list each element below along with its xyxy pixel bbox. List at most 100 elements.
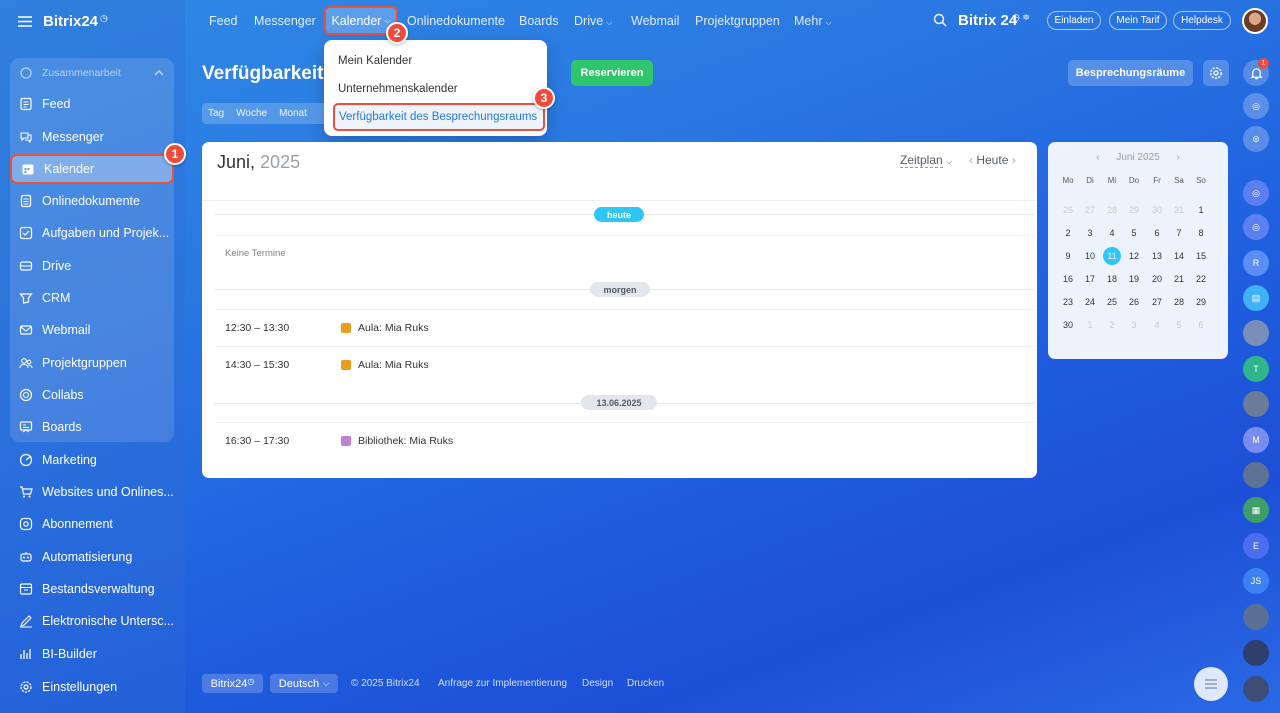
calendar-day[interactable]: 5 — [1123, 228, 1145, 238]
rail-copilot-button[interactable]: ◎ — [1243, 93, 1269, 119]
calendar-day[interactable]: 10 — [1079, 251, 1101, 261]
calendar-day[interactable]: 8 — [1190, 228, 1212, 238]
rail-chat-search-button[interactable]: ⊜ — [1243, 126, 1269, 152]
menu-item-my-calendar[interactable]: Mein Kalender — [338, 55, 412, 67]
footer-link-print[interactable]: Drucken — [627, 678, 664, 689]
tariff-button[interactable]: Mein Tarif — [1109, 11, 1167, 30]
calendar-day[interactable]: 30 — [1146, 205, 1168, 215]
calendar-day[interactable]: 12 — [1123, 251, 1145, 261]
calendar-day[interactable]: 21 — [1168, 274, 1190, 284]
rail-avatar[interactable]: R — [1243, 250, 1269, 276]
rail-avatar-photo[interactable] — [1243, 604, 1269, 630]
sidebar-item-collabs[interactable]: Collabs — [10, 381, 174, 409]
calendar-day[interactable]: 13 — [1146, 251, 1168, 261]
topnav-more[interactable]: Mehr ⌵ — [794, 14, 832, 28]
event-row[interactable]: 12:30 – 13:30 Aula: Mia Ruks — [215, 309, 1035, 345]
calendar-day[interactable]: 16 — [1057, 274, 1079, 284]
tab-month[interactable]: Monat — [273, 108, 313, 119]
rail-chat[interactable]: ▤ — [1243, 285, 1269, 311]
topnav-workgroups[interactable]: Projektgruppen — [695, 14, 780, 28]
footer-menu-button[interactable] — [1194, 667, 1228, 701]
calendar-day[interactable]: 1 — [1079, 320, 1101, 330]
calendar-day[interactable]: 15 — [1190, 251, 1212, 261]
footer-link-design[interactable]: Design — [582, 678, 613, 689]
today-button[interactable]: Heute — [976, 153, 1008, 167]
calendar-day[interactable]: 24 — [1079, 297, 1101, 307]
sidebar-logo[interactable]: Bitrix24 — [43, 13, 98, 30]
sidebar-item-bi-builder[interactable]: BI-Builder — [10, 640, 174, 668]
calendar-day[interactable]: 14 — [1168, 251, 1190, 261]
calendar-day[interactable]: 27 — [1079, 205, 1101, 215]
sidebar-item-settings[interactable]: Einstellungen — [10, 673, 174, 701]
menu-item-company-calendar[interactable]: Unternehmenskalender — [338, 83, 458, 95]
search-icon[interactable] — [933, 13, 947, 27]
settings-button[interactable] — [1203, 60, 1229, 86]
calendar-day[interactable]: 17 — [1079, 274, 1101, 284]
rail-chat[interactable]: ▦ — [1243, 497, 1269, 523]
rail-avatar-photo[interactable] — [1243, 462, 1269, 488]
tab-week[interactable]: Woche — [230, 108, 273, 119]
calendar-day[interactable]: 3 — [1123, 320, 1145, 330]
rail-avatar[interactable]: M — [1243, 427, 1269, 453]
menu-item-room-availability[interactable]: Verfügbarkeit des Besprechungsraums — [333, 103, 545, 131]
meeting-rooms-button[interactable]: Besprechungsräume — [1068, 60, 1193, 86]
calendar-day[interactable]: 22 — [1190, 274, 1212, 284]
sidebar-group-header[interactable]: Zusammenarbeit — [10, 59, 174, 87]
calendar-day[interactable]: 4 — [1146, 320, 1168, 330]
rail-avatar-photo[interactable] — [1243, 640, 1269, 666]
rail-avatar[interactable]: T — [1243, 356, 1269, 382]
sidebar-item-workgroups[interactable]: Projektgruppen — [10, 349, 174, 377]
calendar-day[interactable]: 29 — [1123, 205, 1145, 215]
calendar-day[interactable]: 18 — [1101, 274, 1123, 284]
sidebar-item-crm[interactable]: CRM — [10, 284, 174, 312]
chevron-right-icon[interactable]: › — [1012, 153, 1016, 167]
rail-avatar-photo[interactable] — [1243, 320, 1269, 346]
calendar-day[interactable]: 7 — [1168, 228, 1190, 238]
calendar-day[interactable]: 3 — [1079, 228, 1101, 238]
sidebar-item-drive[interactable]: Drive — [10, 252, 174, 280]
calendar-day[interactable]: 4 — [1101, 228, 1123, 238]
calendar-day[interactable]: 9 — [1057, 251, 1079, 261]
calendar-day[interactable]: 6 — [1146, 228, 1168, 238]
calendar-day[interactable]: 29 — [1190, 297, 1212, 307]
sidebar-item-messenger[interactable]: Messenger — [10, 123, 174, 151]
sidebar-item-automation[interactable]: Automatisierung — [10, 543, 174, 571]
event-row[interactable]: 14:30 – 15:30 Aula: Mia Ruks — [215, 346, 1035, 382]
calendar-day[interactable]: 28 — [1101, 205, 1123, 215]
chevron-up-icon[interactable] — [154, 69, 164, 77]
calendar-day[interactable]: 25 — [1101, 297, 1123, 307]
calendar-day[interactable]: 20 — [1146, 274, 1168, 284]
sidebar-item-subscription[interactable]: Abonnement — [10, 510, 174, 538]
tab-day[interactable]: Tag — [202, 108, 230, 119]
logo-settings-icon[interactable]: ◷ ≑ — [1012, 12, 1030, 23]
calendar-day[interactable]: 23 — [1057, 297, 1079, 307]
chevron-left-icon[interactable]: ‹ — [1096, 152, 1099, 163]
rail-avatar[interactable]: JS — [1243, 568, 1269, 594]
footer-link-implementation[interactable]: Anfrage zur Implementierung — [438, 678, 567, 689]
reserve-button[interactable]: Reservieren — [571, 60, 653, 86]
helpdesk-button[interactable]: Helpdesk — [1173, 11, 1231, 30]
topnav-boards[interactable]: Boards — [519, 14, 559, 28]
calendar-day[interactable]: 26 — [1057, 205, 1079, 215]
calendar-day[interactable]: 2 — [1101, 320, 1123, 330]
rail-avatar-photo[interactable] — [1243, 391, 1269, 417]
calendar-day[interactable]: 31 — [1168, 205, 1190, 215]
calendar-day[interactable]: 26 — [1123, 297, 1145, 307]
language-select[interactable]: Deutsch ⌵ — [270, 674, 338, 693]
sidebar-item-esignature[interactable]: Elektronische Untersc... — [10, 607, 174, 635]
sidebar-item-websites[interactable]: Websites und Onlines... — [10, 478, 174, 506]
event-row[interactable]: 16:30 – 17:30 Bibliothek: Mia Ruks — [215, 422, 1035, 458]
calendar-day[interactable]: 27 — [1146, 297, 1168, 307]
sidebar-item-feed[interactable]: Feed — [10, 90, 174, 118]
topnav-webmail[interactable]: Webmail — [631, 14, 679, 28]
topnav-onlinedocs[interactable]: Onlinedokumente — [407, 14, 505, 28]
rail-channel[interactable]: ◎ — [1243, 214, 1269, 240]
today-nav[interactable]: ‹ Heute › — [969, 153, 1016, 167]
topnav-feed[interactable]: Feed — [209, 14, 238, 28]
calendar-day[interactable]: 2 — [1057, 228, 1079, 238]
sidebar-item-boards[interactable]: Boards — [10, 413, 174, 441]
calendar-day[interactable]: 1 — [1190, 205, 1212, 215]
view-mode-select[interactable]: Zeitplan ⌵ — [900, 153, 952, 168]
sidebar-item-tasks[interactable]: Aufgaben und Projek... — [10, 219, 174, 247]
sidebar-item-webmail[interactable]: Webmail — [10, 316, 174, 344]
